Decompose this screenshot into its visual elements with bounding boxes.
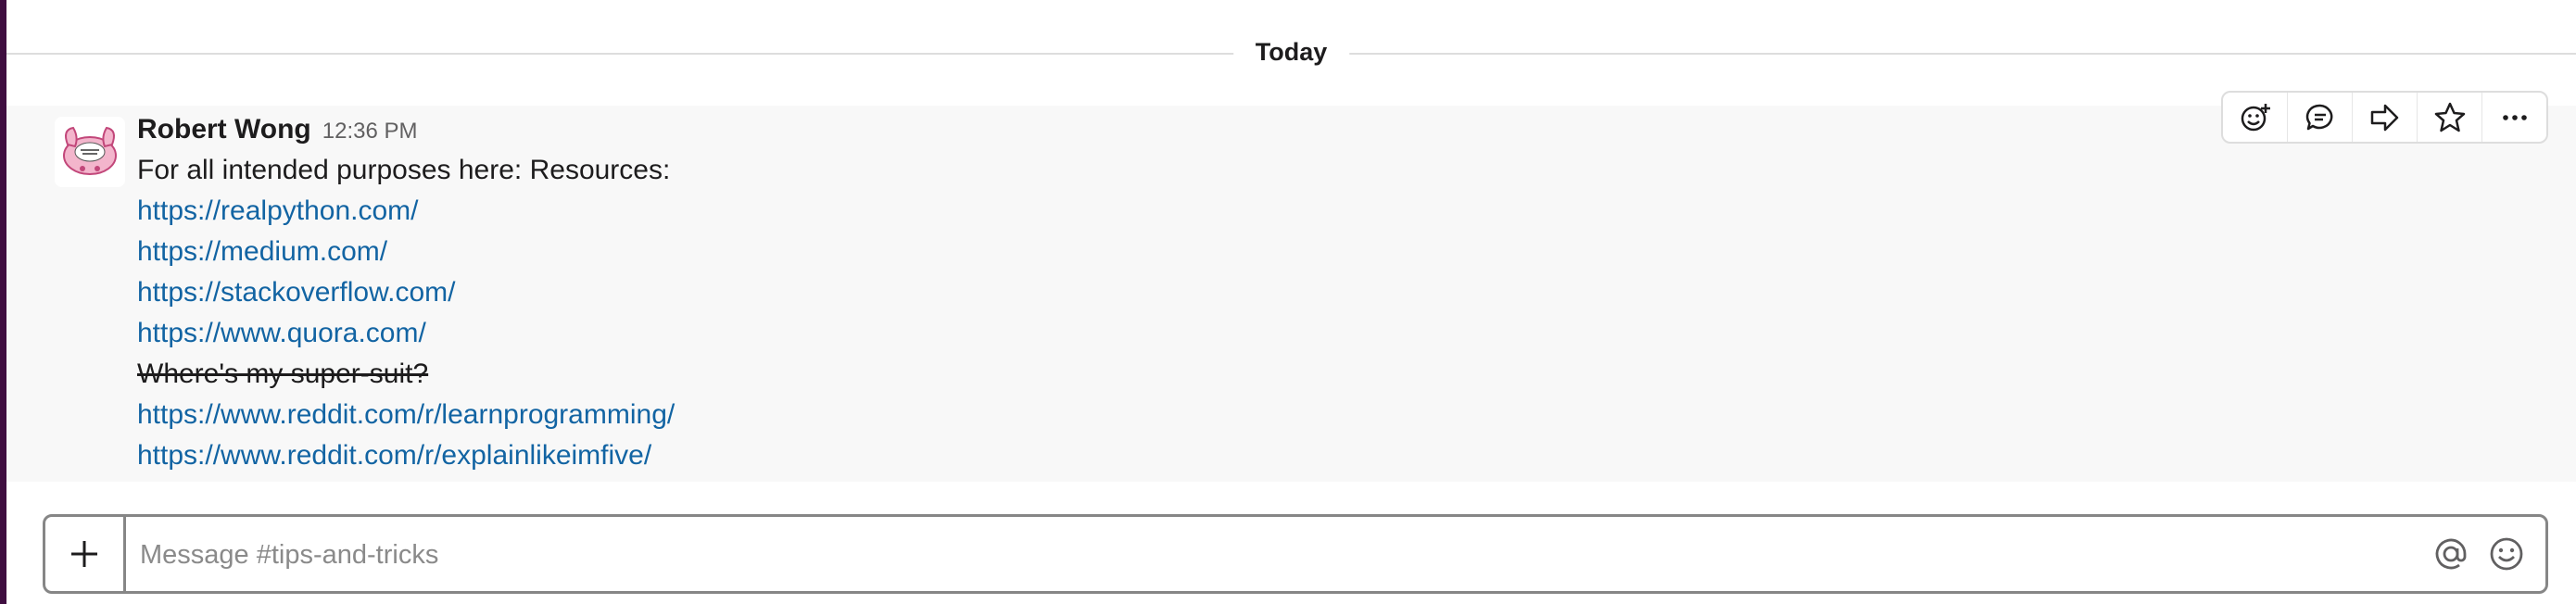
more-actions-icon [2502,114,2527,120]
message-text: For all intended purposes here: Resource… [137,155,671,185]
reply-thread-icon [2305,104,2332,130]
link-quora[interactable]: https://www.quora.com/ [137,313,2391,354]
reply-thread-button[interactable] [2288,93,2353,142]
add-reaction-button[interactable] [2223,93,2288,142]
share-message-icon [2370,104,2398,131]
author-name[interactable]: Robert Wong [137,109,311,150]
message-input[interactable] [138,526,2366,584]
plus-icon [71,541,97,567]
emoji-icon [2490,537,2523,571]
link-reddit-explainlikeimfive[interactable]: https://www.reddit.com/r/explainlikeimfi… [137,435,2391,476]
message-composer [43,514,2548,594]
message-actions-toolbar [2221,91,2548,144]
strikethrough-text: Where's my super-suit? [137,359,429,389]
message-header: Robert Wong 12:36 PM [137,109,2391,150]
at-sign-icon [2435,538,2467,570]
message-timestamp[interactable]: 12:36 PM [322,119,418,145]
mention-button[interactable] [2431,534,2471,574]
share-message-button[interactable] [2353,93,2418,142]
sidebar-edge [0,0,6,604]
link-stackoverflow[interactable]: https://stackoverflow.com/ [137,272,2391,313]
more-actions-button[interactable] [2482,93,2546,142]
message-body: Robert Wong 12:36 PM For all intended pu… [137,109,2391,476]
star-icon [2434,102,2465,132]
add-reaction-icon [2241,103,2270,131]
date-divider-label[interactable]: Today [1232,33,1350,70]
date-divider: Today [6,26,2576,80]
link-reddit-learnprogramming[interactable]: https://www.reddit.com/r/learnprogrammin… [137,395,2391,435]
link-realpython[interactable]: https://realpython.com/ [137,191,2391,232]
emoji-button[interactable] [2486,534,2527,574]
message-item[interactable]: Robert Wong 12:36 PM For all intended pu… [6,106,2576,482]
star-button[interactable] [2418,93,2482,142]
avatar[interactable] [55,117,125,187]
link-medium[interactable]: https://medium.com/ [137,232,2391,272]
attach-button[interactable] [45,517,126,591]
